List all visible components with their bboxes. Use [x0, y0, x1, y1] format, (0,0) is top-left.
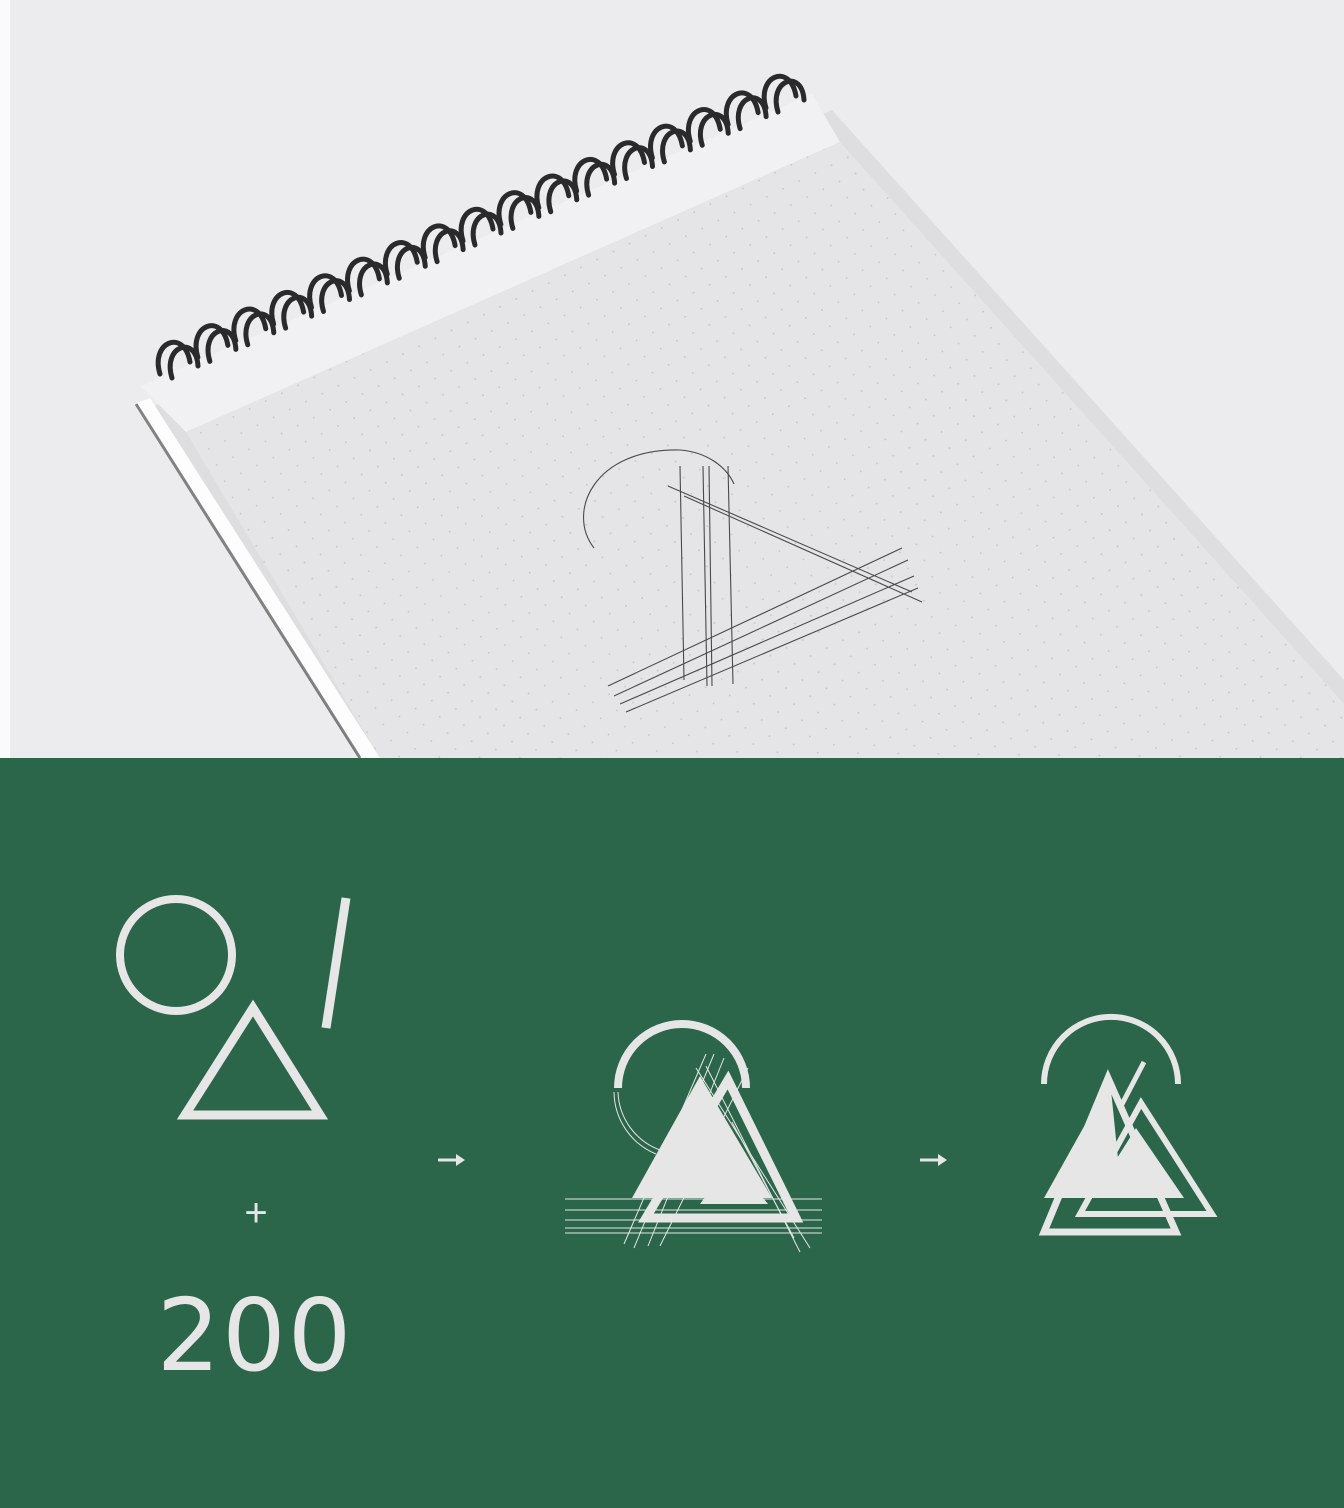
- slash-icon: [321, 897, 351, 1029]
- circle-icon: [116, 895, 236, 1015]
- number-200: 200: [157, 1277, 354, 1394]
- arrow-right-icon: [920, 1154, 947, 1166]
- construction-diagram: + 200: [116, 895, 1218, 1394]
- final-logo: [1038, 1014, 1218, 1236]
- notebook-illustration: [134, 74, 1344, 758]
- logo-construction-panel: + 200: [0, 758, 1344, 1508]
- arrow-right-icon: [438, 1154, 465, 1166]
- triangle-icon: [176, 999, 329, 1120]
- plus-sign: +: [244, 1191, 267, 1235]
- construction-logo: [565, 1020, 822, 1253]
- notebook-photo: [0, 0, 1344, 758]
